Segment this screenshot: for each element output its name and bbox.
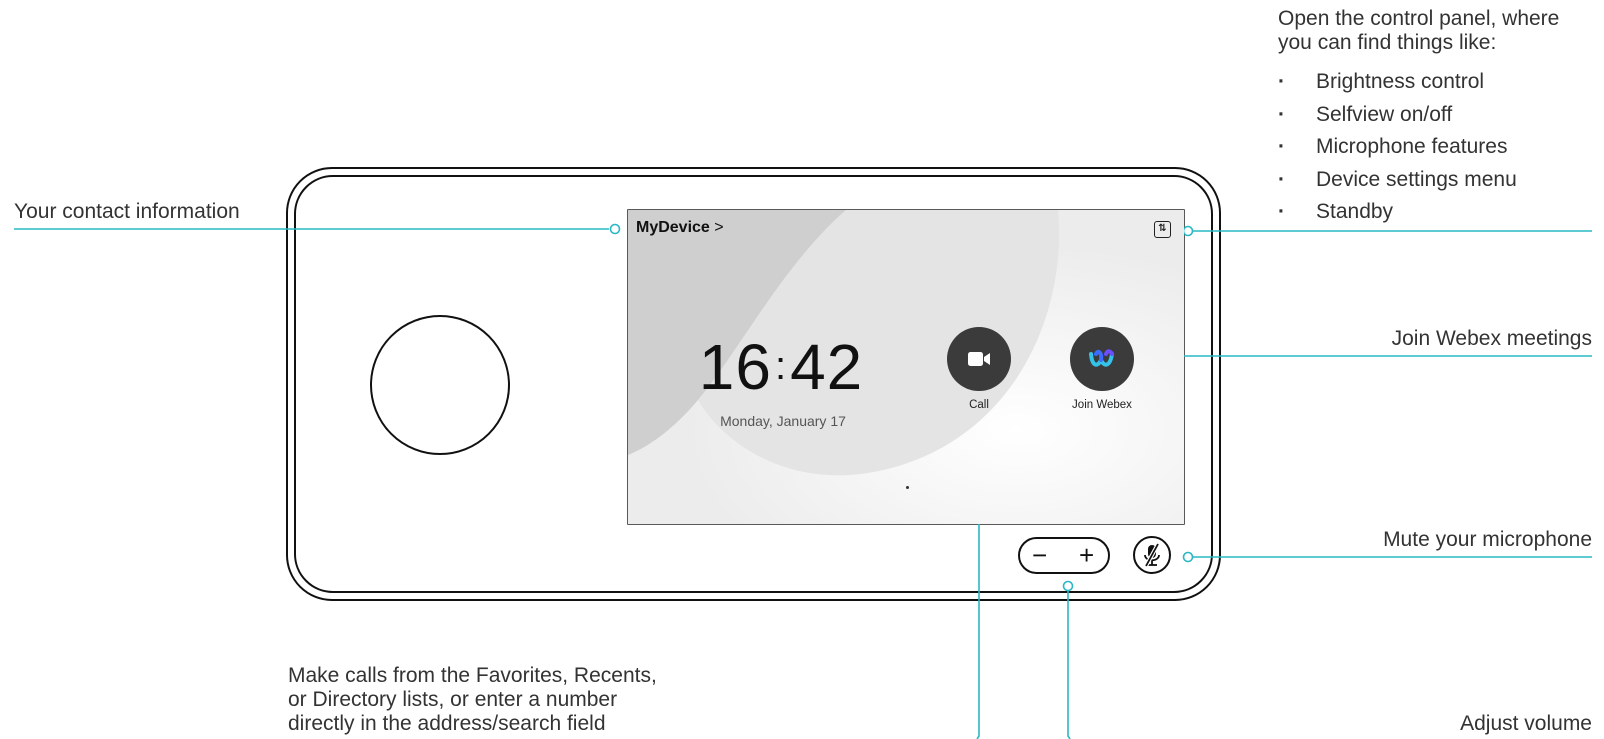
callout-control-panel-line-1: Open the control panel, where <box>1278 7 1560 30</box>
join-webex-label: Join Webex <box>1072 399 1132 411</box>
volume-control[interactable]: − + <box>1018 537 1110 574</box>
date: Monday, January 17 <box>720 413 846 429</box>
callout-control-panel-line-2: you can find things like: <box>1278 31 1497 54</box>
page-indicator <box>906 486 909 489</box>
device-name-link[interactable]: MyDevice > <box>636 219 724 237</box>
list-item: Microphone features <box>1278 131 1517 164</box>
volume-down-button[interactable]: − <box>1032 541 1047 569</box>
list-item: Standby <box>1278 196 1517 229</box>
chevron-right-icon: > <box>714 219 724 236</box>
leader-volume <box>1067 591 1071 739</box>
clock-hours: 16 <box>698 331 772 403</box>
leader-dot-mute <box>1182 551 1194 563</box>
clock: 16:42 <box>696 330 866 404</box>
volume-up-button[interactable]: + <box>1079 541 1094 569</box>
webex-logo-icon <box>1089 349 1114 367</box>
call-button[interactable] <box>947 327 1011 391</box>
callout-calls: Make calls from the Favorites, Recents, … <box>288 664 657 736</box>
join-webex-button[interactable] <box>1070 327 1134 391</box>
call-label: Call <box>969 399 989 411</box>
callout-calls-line-1: Make calls from the Favorites, Recents, <box>288 664 657 687</box>
control-panel-list: Brightness control Selfview on/off Micro… <box>1278 66 1517 229</box>
callout-join-webex: Join Webex meetings <box>1391 327 1592 350</box>
clock-separator: : <box>774 344 788 388</box>
mute-button[interactable] <box>1133 536 1171 574</box>
callout-calls-line-2: or Directory lists, or enter a number <box>288 688 618 711</box>
callout-calls-line-3: directly in the address/search field <box>288 712 606 735</box>
callout-control-panel-intro: Open the control panel, where you can fi… <box>1278 7 1559 55</box>
camera-lens-icon <box>370 315 510 455</box>
clock-minutes: 42 <box>790 331 864 403</box>
microphone-muted-icon <box>1144 543 1160 567</box>
device-name: MyDevice <box>636 219 710 236</box>
list-item: Device settings menu <box>1278 164 1517 197</box>
callout-volume: Adjust volume <box>1460 712 1592 735</box>
leader-dot-contact <box>609 223 621 235</box>
leader-dot-volume <box>1062 580 1074 592</box>
list-item: Selfview on/off <box>1278 99 1517 132</box>
list-item: Brightness control <box>1278 66 1517 99</box>
callout-mute: Mute your microphone <box>1383 528 1592 551</box>
leader-dot-control-panel <box>1182 225 1194 237</box>
callout-contact: Your contact information <box>14 200 240 223</box>
touch-screen: MyDevice > ⇅ 16:42 Monday, January 17 Ca… <box>628 210 1184 524</box>
video-camera-icon <box>968 352 990 366</box>
control-panel-icon[interactable]: ⇅ <box>1154 221 1171 238</box>
